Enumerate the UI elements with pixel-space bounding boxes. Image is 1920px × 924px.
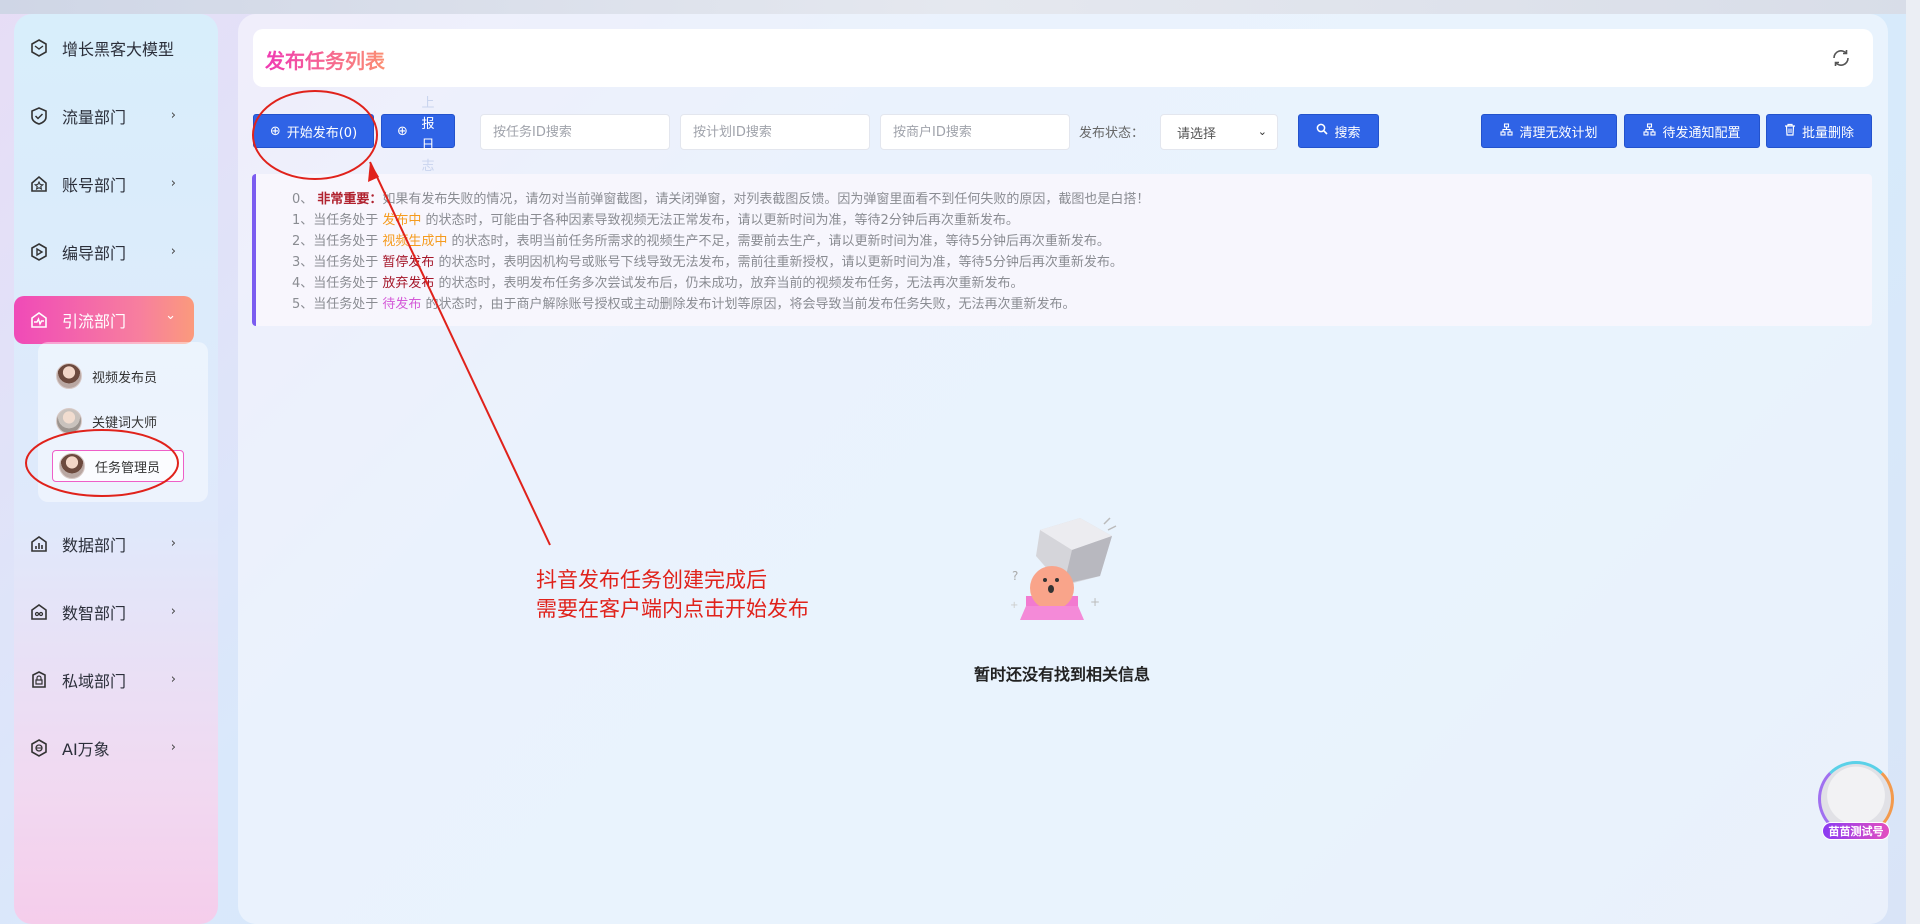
annotation-text: 抖音发布任务创建完成后 需要在客户端内点击开始发布 bbox=[536, 568, 809, 621]
floating-assistant-label: 苗苗测试号 bbox=[1822, 822, 1890, 840]
annotation-overlay bbox=[25, 90, 551, 546]
window-right-edge bbox=[1906, 0, 1920, 924]
